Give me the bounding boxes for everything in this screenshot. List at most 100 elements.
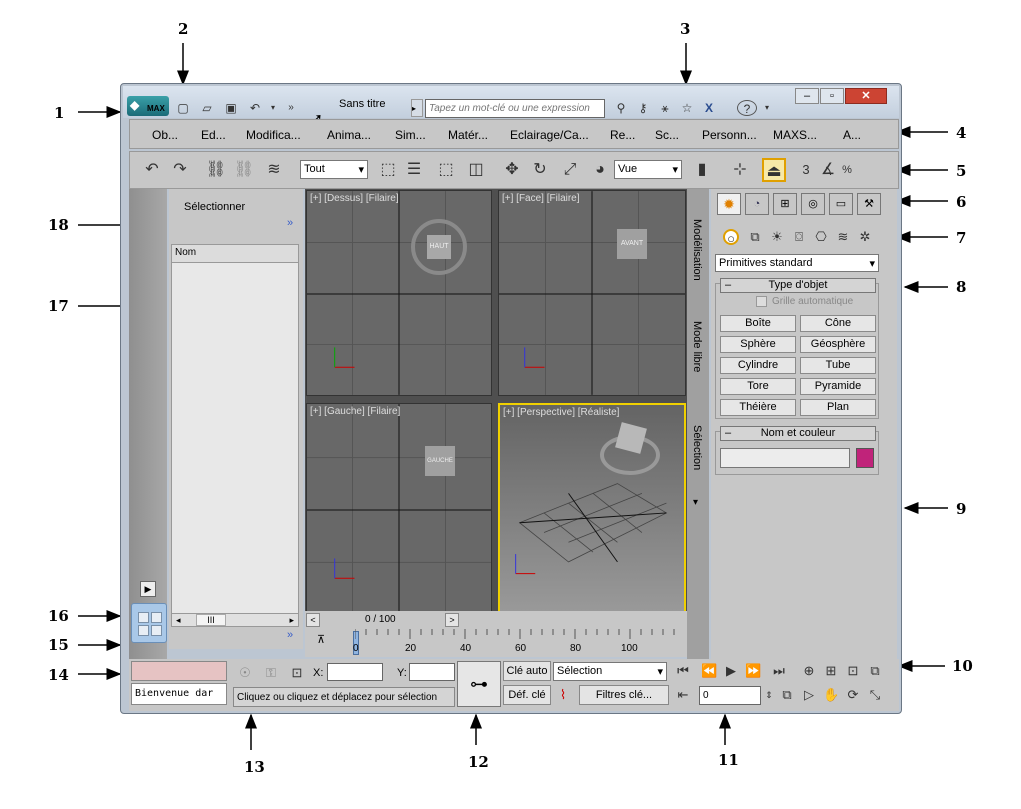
unlink-icon[interactable]: ⛓ (232, 158, 256, 182)
expand-ribbon-button[interactable]: ▶ (140, 581, 156, 597)
scroll-thumb[interactable]: III (196, 614, 226, 626)
maximize-viewport-icon[interactable]: ⤡ (867, 687, 883, 703)
rollout-header[interactable]: – Type d'objet (720, 278, 876, 293)
tab-utilities[interactable]: ⚒ (857, 193, 881, 215)
primitive-button[interactable]: Théière (720, 399, 796, 416)
viewcube[interactable] (600, 422, 660, 475)
shapes-icon[interactable]: ⧉ (747, 229, 763, 245)
window-crossing-icon[interactable]: ◫ (464, 158, 488, 182)
viewport-label[interactable]: [+] [Dessus] [Filaire] (310, 193, 399, 204)
pan-icon[interactable]: ✋ (823, 687, 839, 703)
menu-item[interactable]: Personn... (702, 128, 757, 142)
tab-motion[interactable]: ◎ (801, 193, 825, 215)
primitive-button[interactable]: Pyramide (800, 378, 876, 395)
y-coord-field[interactable] (409, 663, 455, 681)
reference-coordinate-dropdown[interactable]: Vue ▾ (614, 160, 682, 179)
next-frame-icon[interactable]: ⏩ (745, 663, 761, 679)
tabs-more-icon[interactable]: ▾ (693, 497, 698, 508)
viewport-top[interactable]: [+] [Dessus] [Filaire] HAUT (306, 190, 492, 396)
viewcube[interactable]: HAUT (411, 219, 467, 275)
search-expand-icon[interactable]: ▸ (411, 99, 423, 117)
tab-create[interactable]: ✹ (717, 193, 741, 215)
menu-item[interactable]: Eclairage/Ca... (510, 128, 589, 142)
previous-frame-icon[interactable]: ⏪ (701, 663, 717, 679)
tab-modelisation[interactable]: Modélisation (691, 219, 703, 281)
select-by-name-icon[interactable]: ☰ (402, 158, 426, 182)
binoculars-icon[interactable]: ⚲ (613, 100, 629, 116)
lights-icon[interactable]: ☀ (769, 229, 785, 245)
scene-hscrollbar[interactable]: ◂ III ▸ (171, 613, 299, 627)
column-header-name[interactable]: Nom (172, 245, 298, 263)
menu-item[interactable]: Ob... (152, 128, 178, 142)
cameras-icon[interactable]: ⌼ (791, 229, 807, 245)
menu-item[interactable]: Ed... (201, 128, 226, 142)
viewport-perspective[interactable]: [+] [Perspective] [Réaliste] (498, 403, 686, 617)
search-input[interactable] (425, 99, 605, 118)
primitive-button[interactable]: Plan (800, 399, 876, 416)
maxscript-listener[interactable] (131, 661, 227, 681)
open-file-icon[interactable]: ▱ (199, 100, 215, 116)
zoom-extents-icon[interactable]: ⊡ (845, 663, 861, 679)
time-next-button[interactable]: > (445, 613, 459, 627)
time-config-icon[interactable]: ⧉ (779, 687, 795, 703)
play-icon[interactable]: ▶ (723, 663, 739, 679)
chevron-down-icon[interactable]: ▾ (265, 100, 281, 116)
time-slider[interactable]: < 0 / 100 > (305, 611, 687, 629)
scale-icon[interactable]: ⤢ (558, 158, 582, 182)
primitive-button[interactable]: Tube (800, 357, 876, 374)
menu-item[interactable]: A... (843, 128, 861, 142)
menu-item[interactable]: Modifica... (246, 128, 301, 142)
x-coord-field[interactable] (327, 663, 383, 681)
app-menu-button[interactable]: ◆ MAX (127, 96, 169, 116)
object-name-field[interactable] (720, 448, 850, 468)
object-color-swatch[interactable] (856, 448, 874, 468)
redo-icon[interactable]: ↷ (168, 158, 192, 182)
systems-icon[interactable]: ✲ (857, 229, 873, 245)
menu-item[interactable]: Sim... (395, 128, 426, 142)
viewport-label[interactable]: [+] [Gauche] [Filaire] (310, 406, 400, 417)
star-icon[interactable]: ☆ (679, 100, 695, 116)
viewport-label[interactable]: [+] [Face] [Filaire] (502, 193, 580, 204)
key-selection-dropdown[interactable]: Sélection ▾ (553, 662, 667, 681)
new-file-icon[interactable]: ▢ (175, 100, 191, 116)
menu-item[interactable]: Matér... (448, 128, 488, 142)
lightbulb-icon[interactable]: ☉ (237, 665, 253, 681)
snaps-toggle-icon[interactable]: 3 (794, 158, 818, 182)
tab-selection[interactable]: Sélection (691, 425, 703, 470)
more-icon[interactable]: » (283, 100, 299, 116)
go-to-start-icon[interactable]: ⏮ (675, 663, 691, 679)
keyboard-shortcut-icon[interactable]: ⏏ (762, 158, 786, 182)
close-button[interactable]: ✕ (845, 88, 887, 104)
set-key-big-button[interactable]: ⊶ (457, 661, 501, 707)
track-bar[interactable]: ⊼ 0 20 40 60 80 100 (305, 629, 687, 657)
rollout-header[interactable]: – Nom et couleur (720, 426, 876, 441)
tab-display[interactable]: ▭ (829, 193, 853, 215)
pivot-center-icon[interactable]: ▮ (690, 158, 714, 182)
primitive-button[interactable]: Cône (800, 315, 876, 332)
lock-icon[interactable]: ⚿ (263, 665, 279, 681)
viewport-label[interactable]: [+] [Perspective] [Réaliste] (503, 407, 619, 418)
rotate-icon[interactable]: ↻ (528, 158, 552, 182)
time-prev-button[interactable]: < (306, 613, 320, 627)
menu-item[interactable]: Anima... (327, 128, 371, 142)
field-of-view-icon[interactable]: ▷ (801, 687, 817, 703)
select-manipulate-icon[interactable]: ⊹ (728, 158, 752, 182)
help-icon[interactable]: ? (737, 100, 757, 116)
tab-modify[interactable]: ◔ (745, 193, 769, 215)
tab-mode-libre[interactable]: Mode libre (691, 321, 703, 372)
percent-snap-icon[interactable]: % (840, 158, 854, 182)
primitive-button[interactable]: Boîte (720, 315, 796, 332)
zoom-extents-all-icon[interactable]: ⧉ (867, 663, 883, 679)
autogrid-checkbox[interactable] (756, 296, 767, 307)
scene-more-bottom-icon[interactable]: » (287, 629, 293, 641)
primitive-button[interactable]: Géosphère (800, 336, 876, 353)
selection-filter-dropdown[interactable]: Tout ▾ (300, 160, 368, 179)
move-icon[interactable]: ✥ (500, 158, 524, 182)
maximize-button[interactable]: ▫ (820, 88, 844, 104)
save-icon[interactable]: ▣ (223, 100, 239, 116)
key-search-icon[interactable]: ⚷ (635, 100, 651, 116)
category-dropdown[interactable]: Primitives standard ▾ (715, 254, 879, 272)
primitive-button[interactable]: Tore (720, 378, 796, 395)
transform-type-icon[interactable]: ⊡ (289, 665, 305, 681)
undo-icon[interactable]: ↶ (140, 158, 164, 182)
